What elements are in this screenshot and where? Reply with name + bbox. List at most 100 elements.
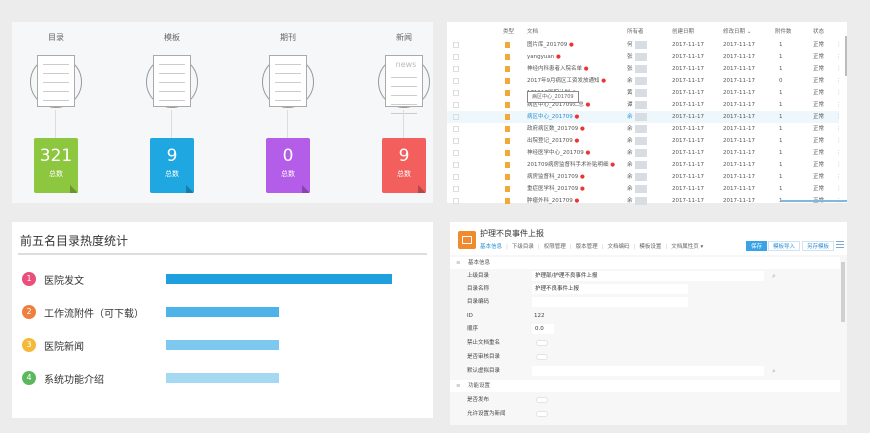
save-button[interactable]: 保存 xyxy=(746,241,768,251)
col-created[interactable]: 创建日期 xyxy=(672,26,694,38)
table-row[interactable]: 神经内科患者入院名单 ● 张 2017-11-17 2017-11-17 1 正… xyxy=(447,63,842,75)
more-icon[interactable]: ⋮ xyxy=(836,111,842,123)
search-icon[interactable]: ⌕ xyxy=(772,365,776,377)
hot-item[interactable]: 3 医院新闻 xyxy=(22,337,422,353)
table-row[interactable]: 201709病房监督科手术补贴明细 ● 余 2017-11-17 2017-11… xyxy=(447,159,842,171)
dir-name-input[interactable]: 护理不良事件上报 xyxy=(532,284,688,294)
more-icon[interactable]: ⋮ xyxy=(836,39,842,51)
more-icon[interactable]: ⋮ xyxy=(836,123,842,135)
order-input[interactable]: 0.0 xyxy=(532,324,554,334)
doc-name[interactable]: 政府病区数_201709 xyxy=(527,126,578,132)
row-checkbox[interactable] xyxy=(453,54,459,60)
section-basic[interactable]: 基本信息 xyxy=(450,257,840,269)
tab-5[interactable]: 模板设置 xyxy=(639,244,661,250)
row-checkbox[interactable] xyxy=(453,138,459,144)
tab-0[interactable]: 基本信息 xyxy=(480,244,502,250)
table-row[interactable]: 出院登记_201709 ● 余 2017-11-17 2017-11-17 1 … xyxy=(447,135,842,147)
more-icon[interactable]: ⋮ xyxy=(836,171,842,183)
attach-count: 1 xyxy=(779,138,783,144)
count-card[interactable]: 0 总数 xyxy=(266,138,310,193)
col-doc[interactable]: 文档 xyxy=(527,26,538,38)
save-as-template-button[interactable]: 另存模板 xyxy=(802,241,835,251)
doc-name[interactable]: 肿瘤外科_201709 xyxy=(527,198,573,204)
doc-name[interactable]: yangyuan xyxy=(527,54,554,60)
tab-2[interactable]: 权限管理 xyxy=(544,244,566,250)
more-icon[interactable]: ⋮ xyxy=(836,75,842,87)
hot-item[interactable]: 1 医院发文 xyxy=(22,271,422,287)
search-icon[interactable]: ⌕ xyxy=(772,270,776,282)
doc-name[interactable]: 出院登记_201709 xyxy=(527,138,573,144)
doc-name[interactable]: 图片库_201709 xyxy=(527,42,567,48)
menu-icon[interactable] xyxy=(836,241,844,250)
tab-1[interactable]: 下级目录 xyxy=(512,244,534,250)
doc-name[interactable]: 2017年9月病区工资发放通知 xyxy=(527,78,600,84)
row-checkbox[interactable] xyxy=(453,102,459,108)
table-row[interactable]: 政府病区数_201709 ● 余 2017-11-17 2017-11-17 1… xyxy=(447,123,842,135)
col-status[interactable]: 状态 xyxy=(813,26,824,38)
more-icon[interactable]: ⋮ xyxy=(836,147,842,159)
table-row[interactable]: 171117医院计划 ● 黄 2017-11-17 2017-11-17 1 正… xyxy=(447,87,842,99)
row-checkbox[interactable] xyxy=(453,66,459,72)
doc-name[interactable]: 病区中心_201709 xyxy=(527,114,573,120)
more-icon[interactable]: ⋮ xyxy=(836,99,842,111)
table-row[interactable]: 病区中心_201709 ● 余 2017-11-17 2017-11-17 1 … xyxy=(447,111,842,123)
col-modified[interactable]: 修改日期 ⌄ xyxy=(723,26,751,38)
row-checkbox[interactable] xyxy=(453,114,459,120)
col-owner[interactable]: 所有者 xyxy=(627,26,644,38)
hot-bar xyxy=(166,307,279,317)
dir-code-input[interactable] xyxy=(532,297,688,307)
table-row[interactable]: 神经医学中心_201709 ● 余 2017-11-17 2017-11-17 … xyxy=(447,147,842,159)
row-checkbox[interactable] xyxy=(453,78,459,84)
row-checkbox[interactable] xyxy=(453,126,459,132)
table-row[interactable]: 病区中心_201709汇总 ● 谭 2017-11-17 2017-11-17 … xyxy=(447,99,842,111)
vertical-scrollbar[interactable] xyxy=(845,36,847,76)
horizontal-scrollbar[interactable] xyxy=(781,200,847,202)
row-checkbox[interactable] xyxy=(453,198,459,204)
no-dup-toggle[interactable] xyxy=(536,340,548,346)
table-row[interactable]: 重症医学科_201709 ● 余 2017-11-17 2017-11-17 1… xyxy=(447,183,842,195)
tab-6[interactable]: 文档属性页 ▾ xyxy=(671,244,703,250)
section-func[interactable]: 功能设置 xyxy=(450,380,840,392)
row-checkbox[interactable] xyxy=(453,186,459,192)
tab-4[interactable]: 文档编码 xyxy=(608,244,630,250)
news-toggle[interactable] xyxy=(536,411,548,417)
row-checkbox[interactable] xyxy=(453,150,459,156)
field-label: 上级目录 xyxy=(467,273,490,279)
doc-name[interactable]: 神经内科患者入院名单 xyxy=(527,66,582,72)
editor-header: 护理不良事件上报 基本信息 | 下级目录 | 权限管理 | 版本管理 | 文档编码 | 模板设置 | 文… xyxy=(450,222,847,255)
col-attach[interactable]: 附件数 xyxy=(775,26,792,38)
doc-name[interactable]: 重症医学科_201709 xyxy=(527,186,578,192)
audit-toggle[interactable] xyxy=(536,354,548,360)
import-template-button[interactable]: 模板导入 xyxy=(768,241,801,251)
count-card[interactable]: 9 总数 xyxy=(382,138,426,193)
owner: 余 xyxy=(627,174,633,180)
row-checkbox[interactable] xyxy=(453,174,459,180)
more-icon[interactable]: ⋮ xyxy=(836,87,842,99)
more-icon[interactable]: ⋮ xyxy=(836,51,842,63)
more-icon[interactable]: ⋮ xyxy=(836,159,842,171)
count-card[interactable]: 321 总数 xyxy=(34,138,78,193)
vertical-scrollbar[interactable] xyxy=(841,262,845,322)
table-row[interactable]: 病房监督科_201709 ● 余 2017-11-17 2017-11-17 1… xyxy=(447,171,842,183)
doc-name[interactable]: 201709病房监督科手术补贴明细 xyxy=(527,162,609,168)
table-row[interactable]: 2017年9月病区工资发放通知 ● 余 2017-11-17 2017-11-1… xyxy=(447,75,842,87)
more-icon[interactable]: ⋮ xyxy=(836,183,842,195)
row-checkbox[interactable] xyxy=(453,162,459,168)
col-type[interactable]: 类型 xyxy=(503,26,514,38)
table-row[interactable]: yangyuan ● 张 2017-11-17 2017-11-17 1 正常 … xyxy=(447,51,842,63)
row-checkbox[interactable] xyxy=(453,42,459,48)
tab-3[interactable]: 版本管理 xyxy=(576,244,598,250)
parent-dir-input[interactable]: 护理部/护理不良事件上报 xyxy=(532,271,764,281)
virtual-dir-input[interactable] xyxy=(532,366,764,376)
doc-name[interactable]: 病房监督科_201709 xyxy=(527,174,578,180)
more-icon[interactable]: ⋮ xyxy=(836,135,842,147)
doc-name[interactable]: 神经医学中心_201709 xyxy=(527,150,584,156)
status: 正常 xyxy=(813,66,825,72)
row-checkbox[interactable] xyxy=(453,90,459,96)
table-row[interactable]: 图片库_201709 ● 何 2017-11-17 2017-11-17 1 正… xyxy=(447,39,842,51)
hot-item[interactable]: 2 工作流附件（可下载） xyxy=(22,304,422,320)
publish-toggle[interactable] xyxy=(536,397,548,403)
hot-item[interactable]: 4 系统功能介绍 xyxy=(22,370,422,386)
more-icon[interactable]: ⋮ xyxy=(836,63,842,75)
count-card[interactable]: 9 总数 xyxy=(150,138,194,193)
